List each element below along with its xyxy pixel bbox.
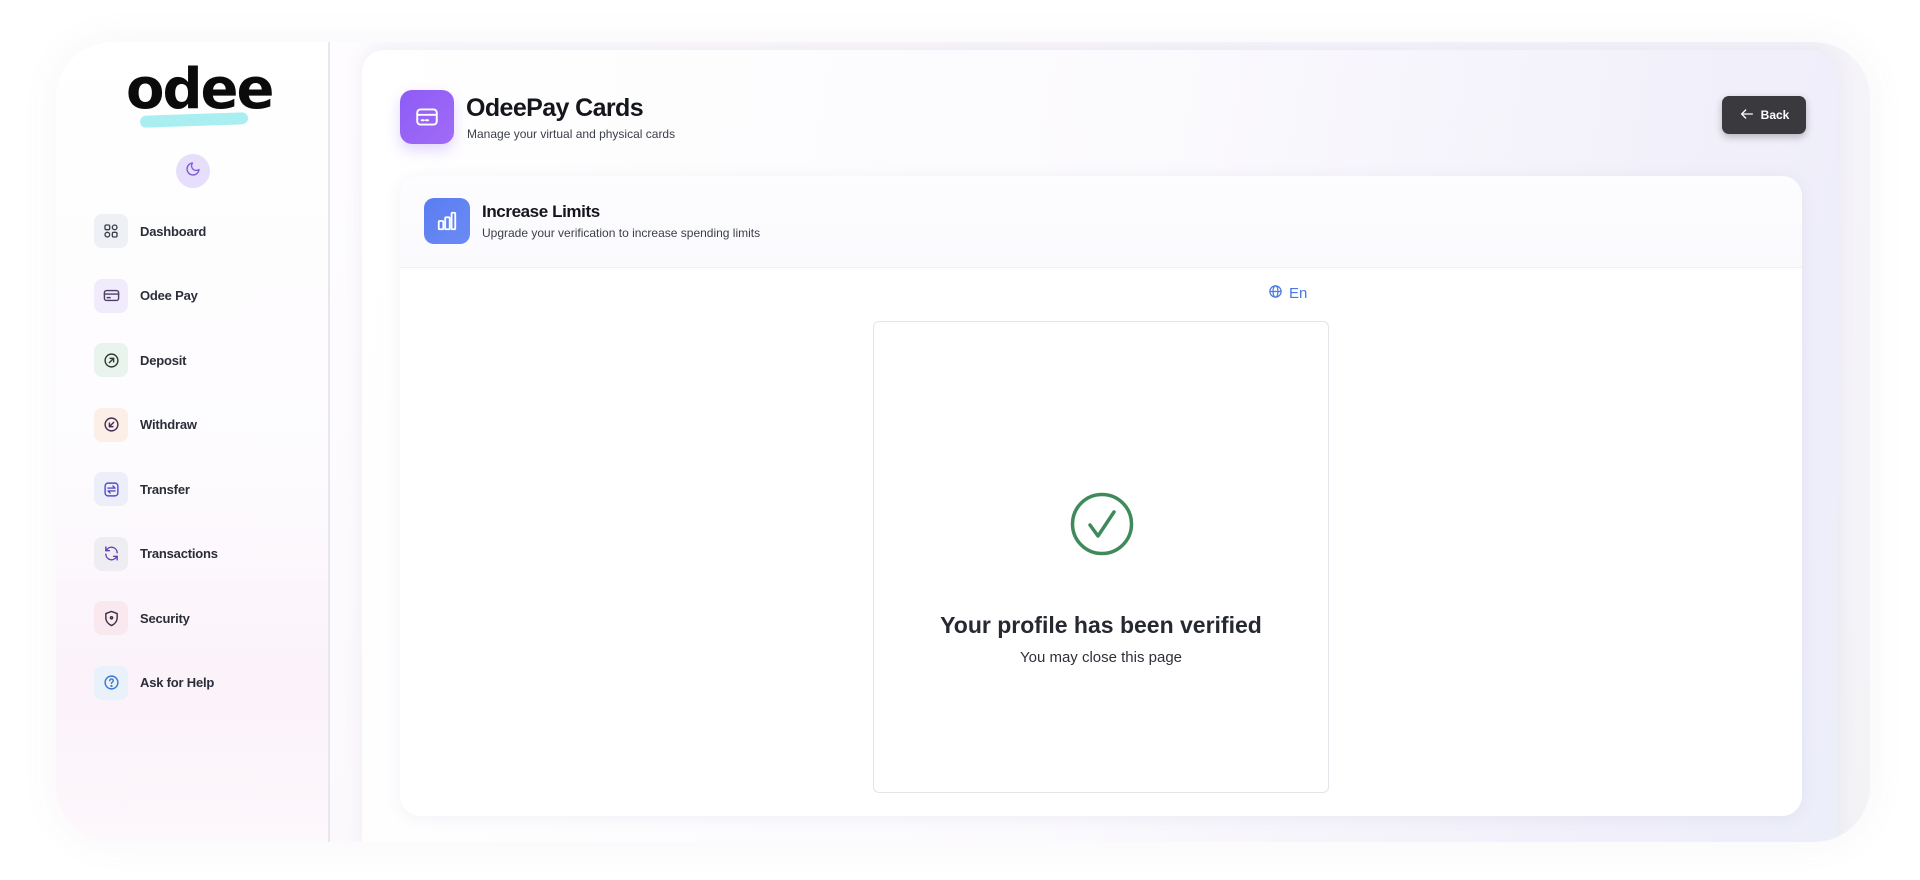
back-button[interactable]: Back: [1722, 96, 1806, 134]
transfer-icon: [94, 472, 128, 506]
grid-icon: [94, 214, 128, 248]
logo-text: odee: [126, 57, 275, 122]
card-title: Increase Limits: [482, 202, 600, 221]
sidebar-item-withdraw[interactable]: Withdraw: [94, 407, 314, 442]
sidebar-item-dashboard[interactable]: Dashboard: [94, 214, 314, 248]
shield-icon: [94, 601, 128, 635]
arrow-up-circle-icon: [94, 343, 128, 377]
verification-title: Your profile has been verified: [940, 612, 1262, 638]
arrow-left-icon: [1739, 106, 1761, 125]
sidebar-item-label: Security: [140, 610, 190, 626]
arrow-down-circle-icon: [94, 407, 128, 442]
sidebar-item-transactions[interactable]: Transactions: [94, 536, 314, 571]
theme-toggle-button[interactable]: [176, 154, 210, 188]
sidebar-item-label: Withdraw: [140, 417, 197, 432]
increase-limits-card: Increase Limits Upgrade your verificatio…: [400, 176, 1802, 816]
refresh-icon: [94, 536, 128, 571]
card-icon: [94, 278, 128, 313]
sidebar-item-odee-pay[interactable]: Odee Pay: [94, 278, 314, 313]
sidebar-item-label: Transfer: [140, 481, 190, 497]
sidebar-item-security[interactable]: Security: [94, 601, 314, 635]
verification-message: You may close this page: [1019, 649, 1183, 666]
language-switch[interactable]: En: [1268, 284, 1307, 303]
check-circle-icon: [1070, 492, 1134, 556]
sidebar-item-label: Transactions: [140, 546, 218, 561]
sidebar: odee Dashboard Odee Pay Deposit Withdraw…: [56, 42, 330, 842]
sidebar-item-label: Odee Pay: [140, 288, 198, 303]
main-panel: OdeePay Cards Manage your virtual and ph…: [362, 50, 1838, 842]
card-header: Increase Limits Upgrade your verificatio…: [400, 176, 1802, 268]
sidebar-item-ask-for-help[interactable]: Ask for Help: [94, 665, 314, 700]
help-circle-icon: [94, 665, 128, 700]
sidebar-item-label: Deposit: [140, 352, 187, 368]
verification-frame: Your profile has been verified You may c…: [873, 321, 1329, 793]
card-subtitle: Upgrade your verification to increase sp…: [482, 226, 761, 240]
page-subtitle: Manage your virtual and physical cards: [467, 127, 676, 141]
logo[interactable]: odee: [126, 57, 275, 132]
sidebar-item-transfer[interactable]: Transfer: [94, 472, 314, 506]
header-card-icon: [400, 90, 454, 144]
sidebar-item-label: Dashboard: [140, 223, 207, 239]
sidebar-item-label: Ask for Help: [140, 675, 215, 690]
language-label: En: [1289, 285, 1308, 302]
moon-icon: [185, 161, 201, 182]
sidebar-item-deposit[interactable]: Deposit: [94, 343, 314, 377]
globe-icon: [1268, 284, 1289, 303]
bar-chart-icon: [424, 198, 470, 244]
app-frame: odee Dashboard Odee Pay Deposit Withdraw…: [56, 42, 1870, 842]
back-button-label: Back: [1760, 108, 1790, 122]
page-title: OdeePay Cards: [466, 94, 644, 122]
sidebar-nav: Dashboard Odee Pay Deposit Withdraw Tran…: [94, 214, 314, 730]
